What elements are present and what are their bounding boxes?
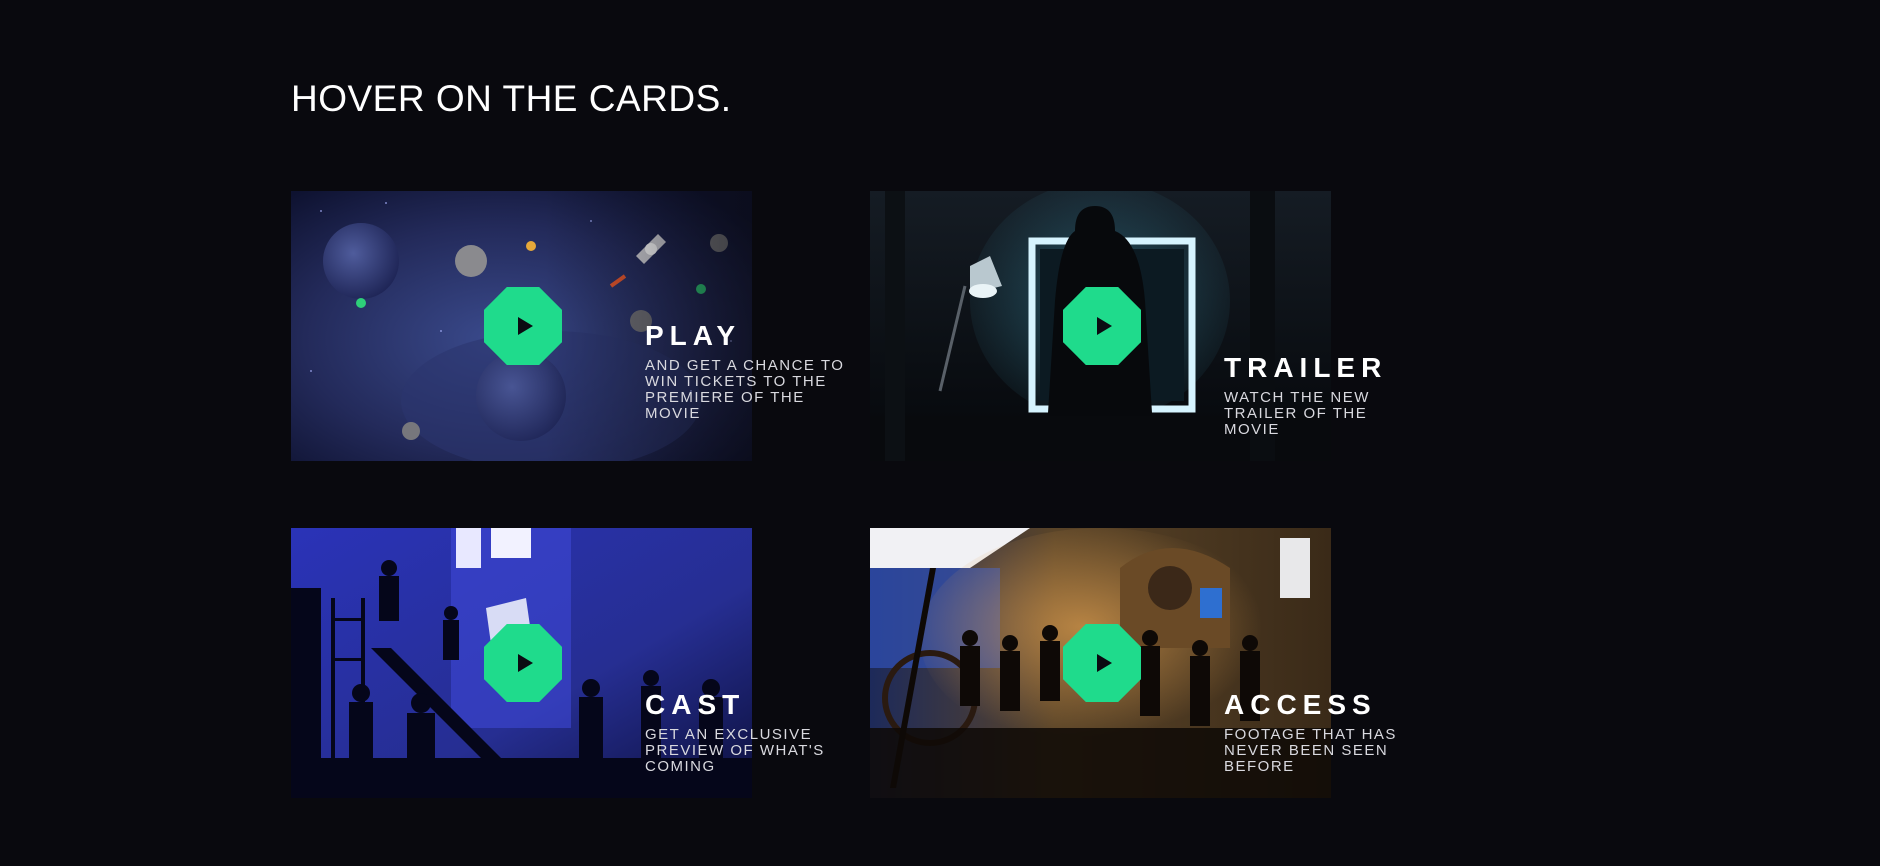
card-description-line: WATCH THE NEW TRAILER OF THE MOVIE — [1224, 389, 1370, 438]
card-title: ACCESS — [1224, 689, 1377, 720]
page-title: HOVER ON THE CARDS. — [291, 78, 732, 119]
play-button[interactable] — [484, 624, 562, 702]
play-button[interactable] — [1063, 287, 1141, 365]
card-cast[interactable]: CAST GET AN EXCLUSIVE PREVIEW OF WHAT'S … — [291, 528, 823, 798]
card-description-line: FOOTAGE THAT HAS NEVER BEEN SEEN BEFORE — [1224, 726, 1397, 775]
card-text: PLAY AND GET A CHANCE TO WIN TICKETS TO T… — [645, 322, 845, 422]
card-description-line: WIN TICKETS TO THE PREMIERE OF THE MOVIE — [645, 373, 827, 422]
card-description: FOOTAGE THAT HAS NEVER BEEN SEEN BEFORE — [1224, 727, 1424, 775]
card-text: TRAILER WATCH THE NEW TRAILER OF THE MOV… — [1224, 354, 1424, 438]
card-text: CAST GET AN EXCLUSIVE PREVIEW OF WHAT'S … — [645, 691, 845, 775]
play-button[interactable] — [1063, 624, 1141, 702]
card-description-line: AND GET A CHANCE TO — [645, 357, 845, 374]
card-description: WATCH THE NEW TRAILER OF THE MOVIE — [1224, 390, 1424, 438]
card-description-line: GET AN EXCLUSIVE PREVIEW OF WHAT'S COMIN… — [645, 726, 825, 775]
play-icon — [517, 317, 533, 335]
card-access[interactable]: ACCESS FOOTAGE THAT HAS NEVER BEEN SEEN … — [870, 528, 1395, 798]
card-title: CAST — [645, 689, 746, 720]
play-icon — [1096, 654, 1112, 672]
play-button[interactable] — [484, 287, 562, 365]
play-icon — [1096, 317, 1112, 335]
card-trailer[interactable]: TRAILER WATCH THE NEW TRAILER OF THE MOV… — [870, 191, 1381, 461]
card-text: ACCESS FOOTAGE THAT HAS NEVER BEEN SEEN … — [1224, 691, 1424, 775]
page: HOVER ON THE CARDS. PLAY AND GET A CHANC… — [0, 0, 1880, 866]
card-title: TRAILER — [1224, 352, 1388, 383]
card-description: GET AN EXCLUSIVE PREVIEW OF WHAT'S COMIN… — [645, 727, 845, 775]
card-title: PLAY — [645, 320, 742, 351]
play-icon — [517, 654, 533, 672]
card-play[interactable]: PLAY AND GET A CHANCE TO WIN TICKETS TO T… — [291, 191, 843, 461]
card-description: AND GET A CHANCE TO WIN TICKETS TO THE PR… — [645, 358, 845, 422]
